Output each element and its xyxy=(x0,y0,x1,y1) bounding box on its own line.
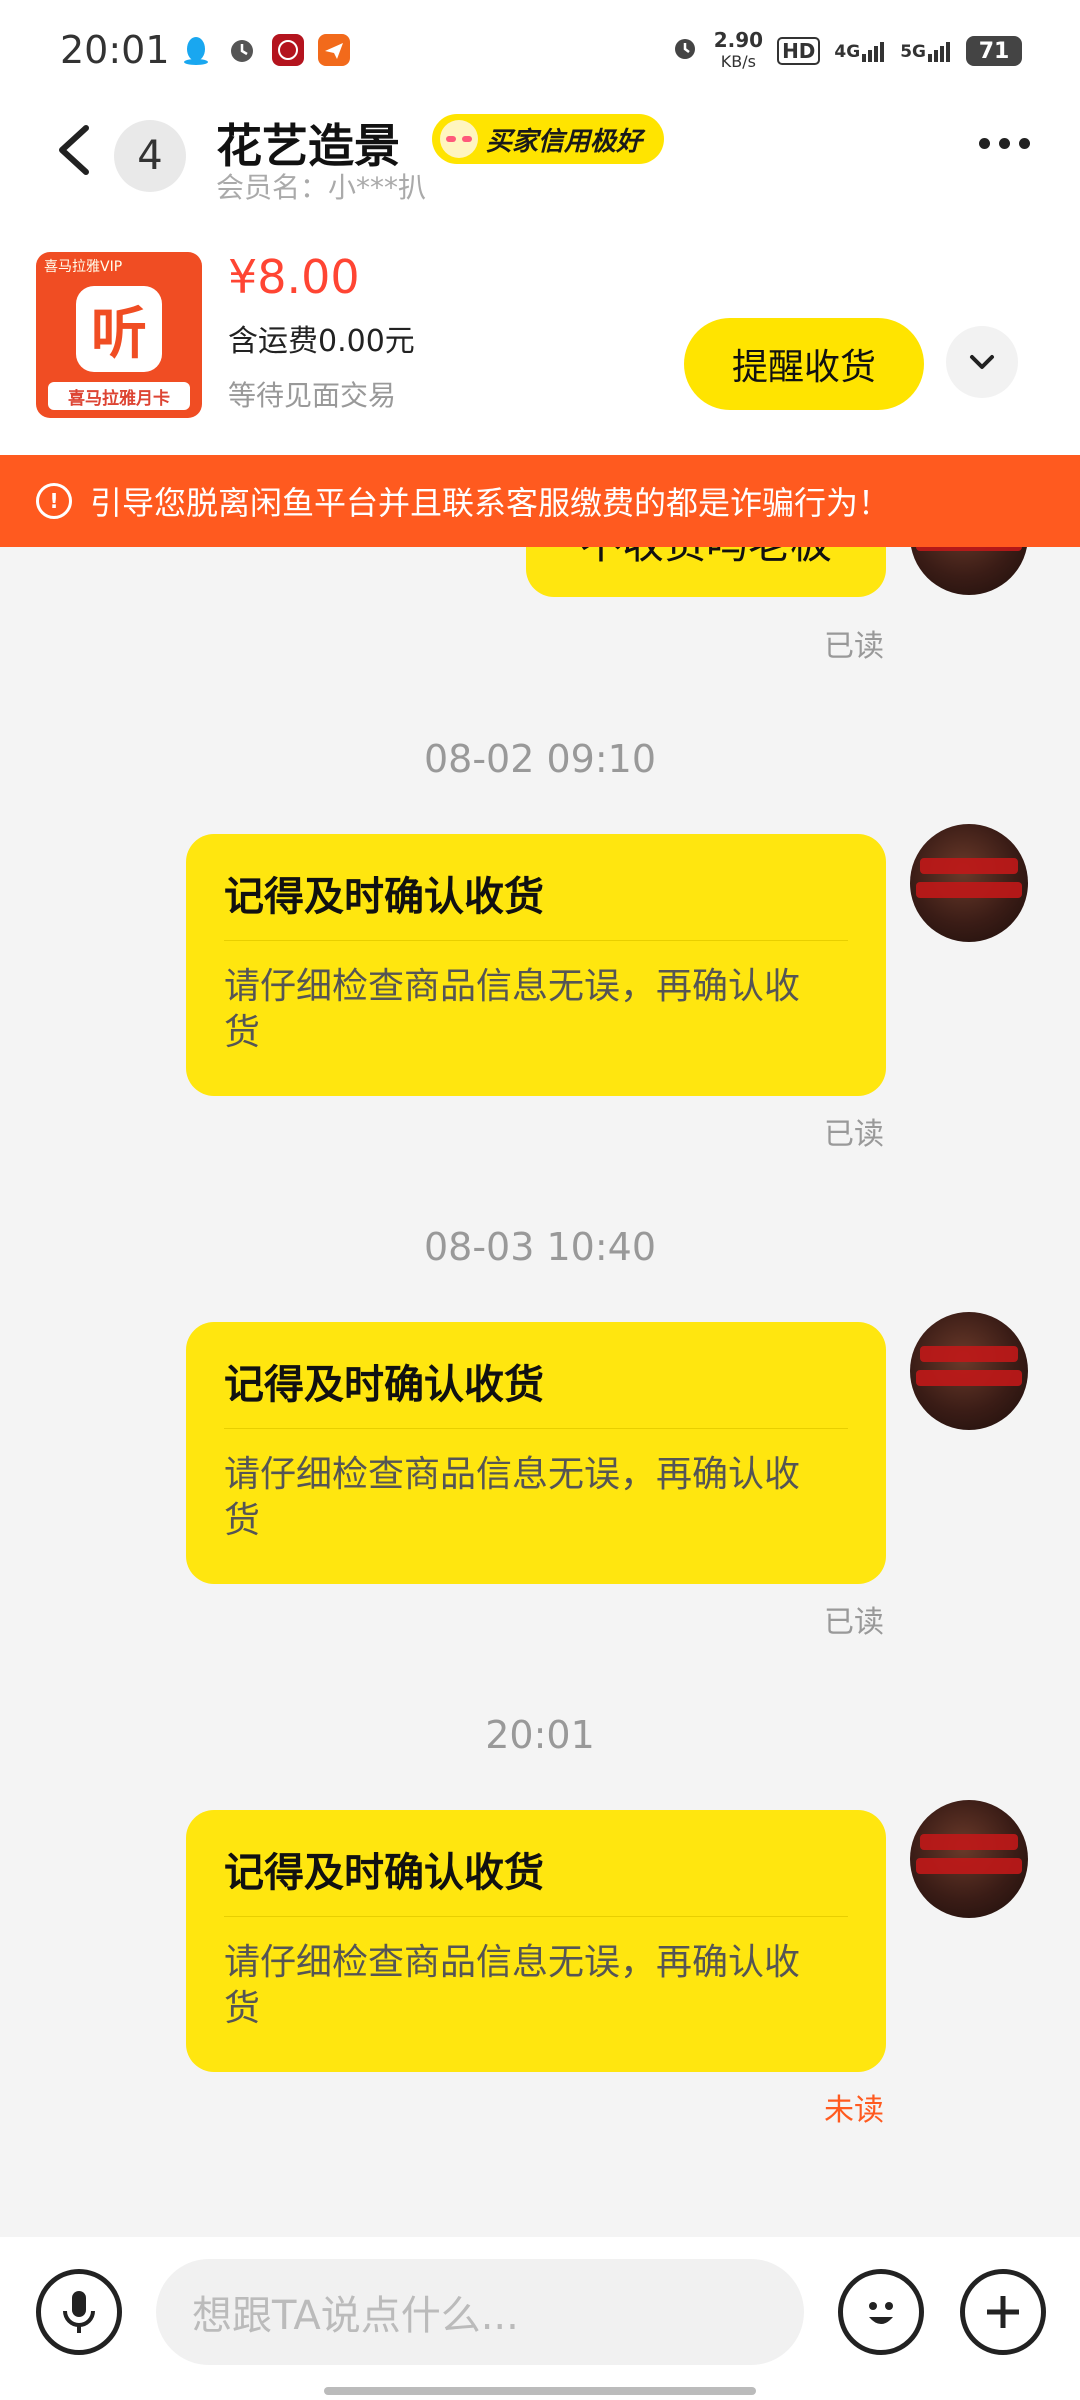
product-price: ¥8.00 xyxy=(228,250,360,304)
qq-notification-icon xyxy=(180,34,212,66)
avatar[interactable] xyxy=(910,1312,1028,1430)
battery-icon: 71 xyxy=(966,36,1022,66)
send-notification-icon xyxy=(318,34,350,66)
status-time: 20:01 xyxy=(60,28,170,72)
avatar[interactable] xyxy=(910,824,1028,942)
hd-indicator: HD xyxy=(777,37,821,65)
message-input[interactable]: 想跟TA说点什么... xyxy=(156,2259,804,2365)
trade-status: 等待见面交易 xyxy=(228,379,397,412)
chat-messages: 不收货吗老板 已读 08-02 09:10 记得及时确认收货 请仔细检查商品信息… xyxy=(0,547,1080,2237)
chat-header: 4 花艺造景 买家信用极好 会员名：小***扒 xyxy=(0,100,1080,250)
unread-status: 未读 xyxy=(824,2093,884,2128)
read-status: 已读 xyxy=(824,1605,884,1640)
net-speed: 2.90 KB/s xyxy=(713,28,764,71)
read-status: 已读 xyxy=(824,1117,884,1152)
confirm-receipt-card[interactable]: 记得及时确认收货 请仔细检查商品信息无误，再确认收货 xyxy=(186,1810,886,2072)
alarm-icon xyxy=(670,33,700,69)
ximalaya-logo-icon: 听 xyxy=(76,286,162,372)
status-right: 2.90 KB/s HD 4G 5G 71 xyxy=(670,30,1022,72)
status-bar: 20:01 2.90 KB/s HD 4G 5G 71 xyxy=(0,0,1080,100)
emoji-icon[interactable] xyxy=(838,2269,924,2355)
shipping-fee: 含运费0.00元 xyxy=(228,324,415,359)
avatar[interactable] xyxy=(910,1800,1028,1918)
fraud-warning-banner: ! 引导您脱离闲鱼平台并且联系客服缴费的都是诈骗行为！ xyxy=(0,455,1080,547)
product-thumbnail[interactable]: 喜马拉雅VIP 听 喜马拉雅月卡 xyxy=(36,252,202,418)
back-arrow-icon[interactable] xyxy=(50,120,100,180)
confirm-receipt-card[interactable]: 记得及时确认收货 请仔细检查商品信息无误，再确认收货 xyxy=(186,834,886,1096)
signal-5g: 5G xyxy=(900,40,952,62)
alarm-notification-icon xyxy=(226,34,258,66)
more-menu-icon[interactable] xyxy=(979,138,1030,149)
chevron-down-icon[interactable] xyxy=(946,326,1018,398)
credit-badge[interactable]: 买家信用极好 xyxy=(432,114,665,164)
avatar[interactable] xyxy=(910,547,1028,595)
confirm-receipt-card[interactable]: 记得及时确认收货 请仔细检查商品信息无误，再确认收货 xyxy=(186,1322,886,1584)
message-bubble[interactable]: 不收货吗老板 xyxy=(526,547,886,597)
message-timestamp: 08-03 10:40 xyxy=(423,1225,656,1269)
home-indicator xyxy=(324,2387,756,2395)
warning-icon: ! xyxy=(36,483,72,519)
microphone-icon[interactable] xyxy=(36,2269,122,2355)
remind-receipt-button[interactable]: 提醒收货 xyxy=(684,318,924,410)
member-name: 会员名：小***扒 xyxy=(216,171,427,204)
app-notification-icon xyxy=(272,34,304,66)
signal-4g: 4G xyxy=(834,40,886,62)
unread-count-badge[interactable]: 4 xyxy=(114,120,186,192)
add-icon[interactable] xyxy=(960,2269,1046,2355)
input-bar: 想跟TA说点什么... xyxy=(0,2237,1080,2400)
credit-face-icon xyxy=(440,120,478,158)
message-timestamp: 08-02 09:10 xyxy=(423,737,656,781)
product-card[interactable]: 喜马拉雅VIP 听 喜马拉雅月卡 ¥8.00 含运费0.00元 等待见面交易 提… xyxy=(0,250,1080,455)
read-status: 已读 xyxy=(824,629,884,664)
message-timestamp: 20:01 xyxy=(485,1713,595,1757)
